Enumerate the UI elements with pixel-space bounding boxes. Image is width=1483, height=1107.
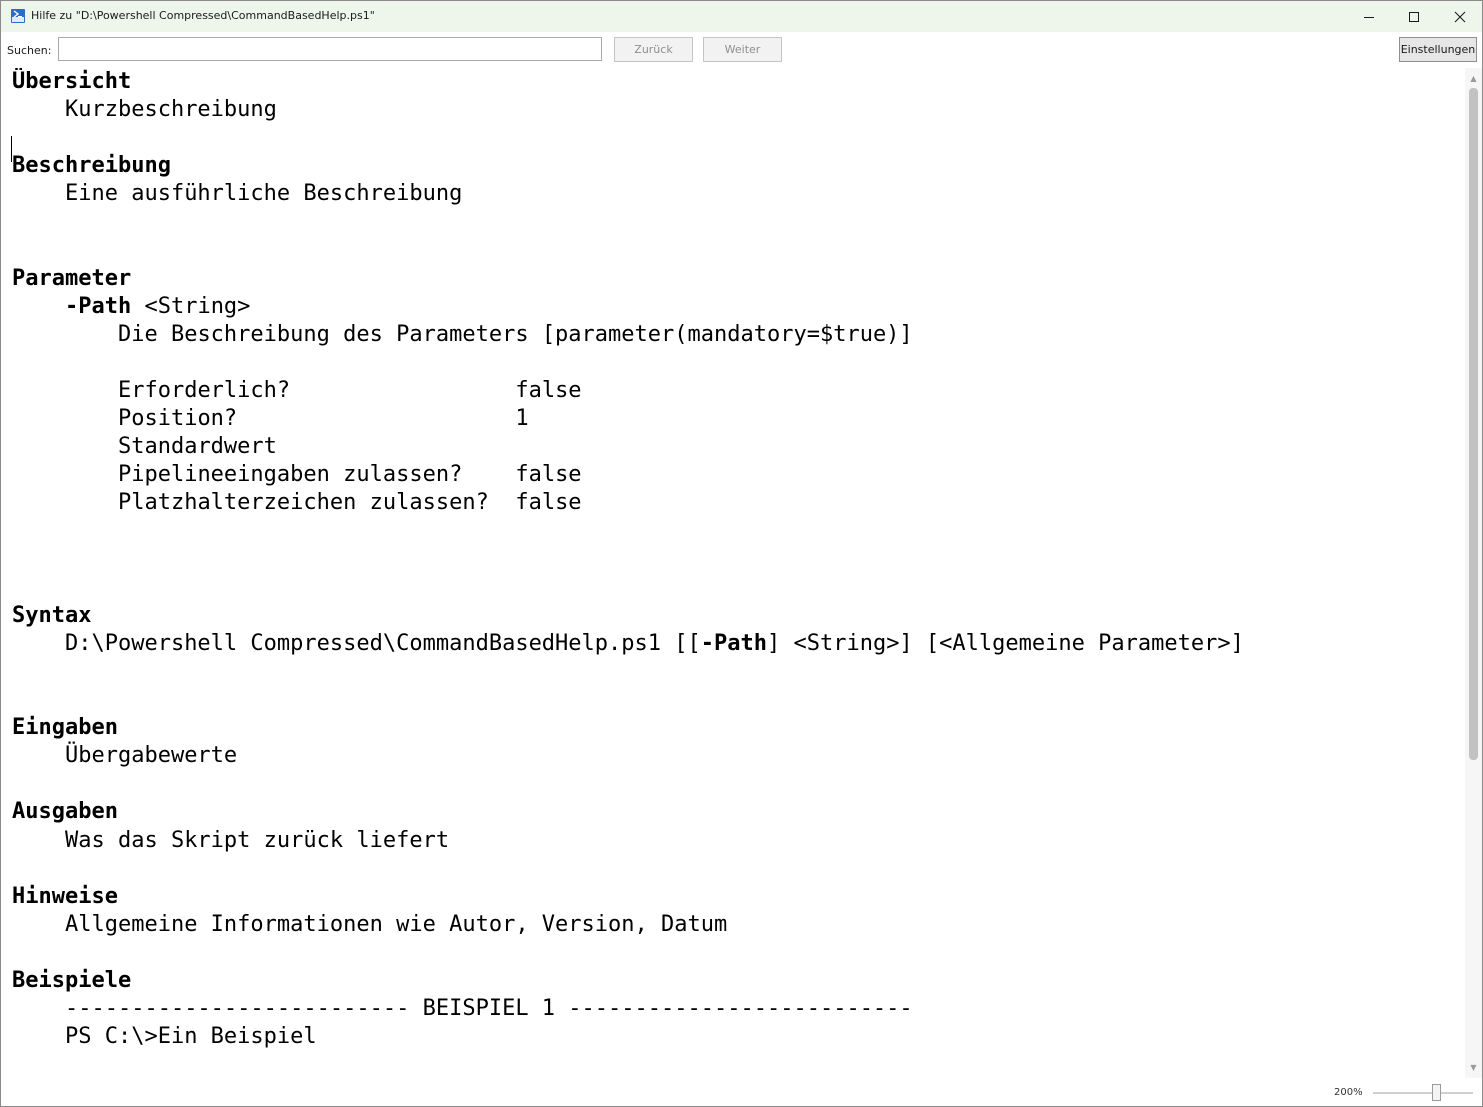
help-text: Übersicht Kurzbeschreibung Beschreibung … (12, 68, 1244, 1051)
text-caret (11, 136, 12, 162)
zoom-slider-thumb[interactable] (1432, 1084, 1441, 1101)
overview-text: Kurzbeschreibung (64, 97, 277, 123)
syntax-param: -Path (700, 630, 767, 656)
close-icon (1454, 11, 1466, 22)
zoom-slider-track[interactable] (1373, 1092, 1473, 1094)
notes-heading: Hinweise (12, 883, 118, 909)
parameters-heading: Parameter (12, 265, 132, 291)
example-title: -------------------------- BEISPIEL 1 --… (64, 996, 913, 1022)
syntax-prefix: D:\Powershell Compressed\CommandBasedHel… (64, 630, 701, 656)
inputs-heading: Eingaben (12, 715, 118, 741)
example-code: PS C:\>Ein Beispiel (64, 1024, 317, 1050)
notes-text: Allgemeine Informationen wie Autor, Vers… (64, 911, 728, 937)
syntax-heading: Syntax (12, 602, 92, 628)
syntax-suffix: ] <String>] [<Allgemeine Parameter>] (766, 630, 1244, 656)
scroll-down-icon[interactable]: ▼ (1469, 1063, 1478, 1072)
powershell-icon (11, 9, 25, 23)
param-prop-value: false (515, 378, 582, 404)
maximize-button[interactable] (1391, 1, 1437, 32)
param-prop-label: Platzhalterzeichen zulassen? (117, 490, 516, 516)
param-prop-value: false (515, 490, 582, 516)
param-prop-label: Position? (117, 406, 516, 432)
param-name: -Path (64, 293, 132, 319)
param-type: <String> (131, 293, 251, 319)
vertical-scrollbar[interactable]: ▲ ▼ (1465, 68, 1482, 1078)
help-content[interactable]: Übersicht Kurzbeschreibung Beschreibung … (1, 68, 1465, 1078)
description-heading: Beschreibung (12, 153, 171, 179)
param-prop-label: Pipelineeingaben zulassen? (117, 462, 516, 488)
zoom-label: 200% (1334, 1087, 1363, 1098)
scroll-up-icon[interactable]: ▲ (1469, 74, 1478, 83)
close-button[interactable] (1437, 1, 1482, 32)
param-prop-value: 1 (515, 406, 529, 432)
scrollbar-thumb[interactable] (1469, 88, 1478, 760)
param-prop-label: Erforderlich? (117, 378, 516, 404)
param-prop-value: false (515, 462, 582, 488)
overview-heading: Übersicht (12, 69, 132, 94)
title-bar[interactable]: Hilfe zu "D:\Powershell Compressed\Comma… (1, 1, 1482, 32)
param-description: Die Beschreibung des Parameters [paramet… (117, 321, 913, 347)
help-window: Hilfe zu "D:\Powershell Compressed\Comma… (0, 0, 1483, 1107)
next-button[interactable]: Weiter (703, 37, 782, 62)
outputs-text: Was das Skript zurück liefert (64, 827, 450, 853)
back-button[interactable]: Zurück (614, 37, 693, 62)
window-title: Hilfe zu "D:\Powershell Compressed\Comma… (31, 9, 375, 22)
search-input[interactable] (58, 37, 602, 61)
outputs-heading: Ausgaben (12, 799, 118, 825)
minimize-button[interactable] (1346, 1, 1392, 32)
toolbar: Suchen: Zurück Weiter Einstellungen (1, 32, 1482, 68)
search-label: Suchen: (7, 44, 52, 57)
param-prop-label: Standardwert (117, 434, 277, 460)
maximize-icon (1409, 11, 1419, 22)
status-bar: 200% (1, 1078, 1482, 1106)
settings-button[interactable]: Einstellungen (1399, 37, 1477, 62)
examples-heading: Beispiele (12, 968, 132, 993)
inputs-text: Übergabewerte (64, 743, 238, 769)
description-text: Eine ausführliche Beschreibung (64, 181, 463, 207)
minimize-icon (1364, 16, 1374, 18)
